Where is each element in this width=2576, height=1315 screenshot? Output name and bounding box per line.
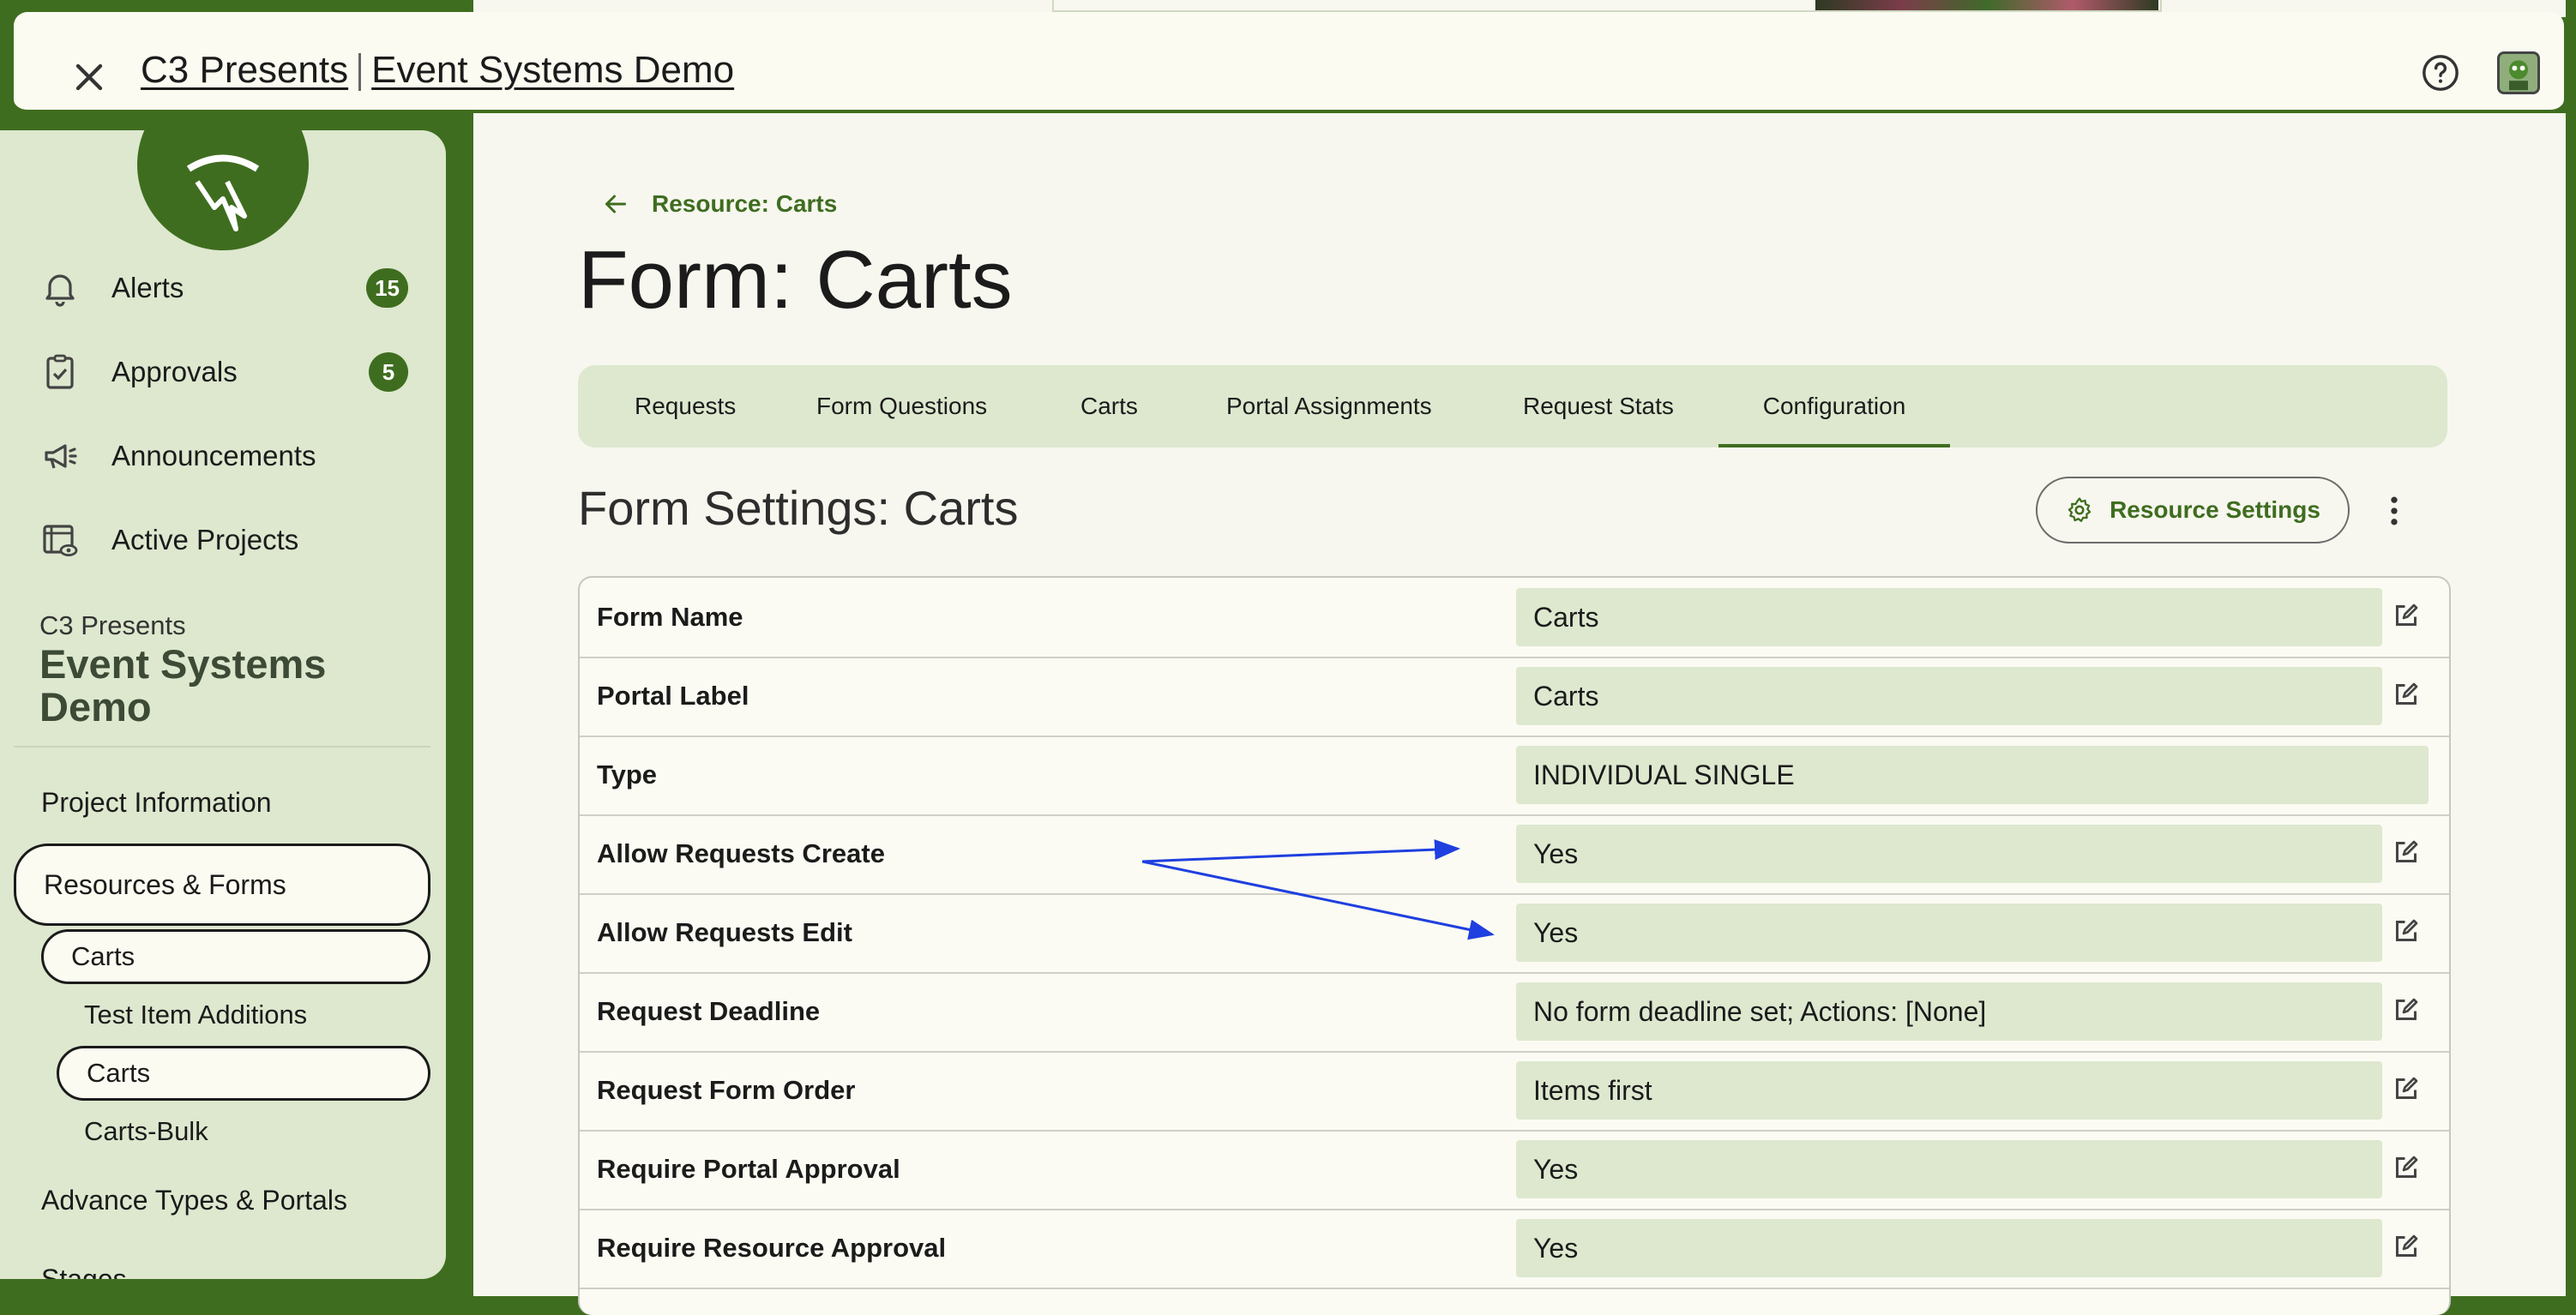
hero-image: [1815, 0, 2158, 10]
edit-icon[interactable]: [2391, 994, 2422, 1025]
main-content: Resource: Carts Form: Carts Requests For…: [473, 113, 2566, 1315]
edit-icon[interactable]: [2391, 837, 2422, 868]
project-org-label: C3 Presents: [39, 610, 186, 640]
tab-configuration[interactable]: Configuration: [1718, 365, 1950, 447]
help-icon[interactable]: [2421, 53, 2460, 93]
nav-label: Approvals: [111, 356, 238, 387]
bell-icon: [45, 274, 75, 307]
approvals-count-badge: 5: [369, 352, 408, 392]
settings-row-require-portal-approval: Require Portal Approval Yes: [580, 1130, 2449, 1210]
close-button[interactable]: [67, 55, 111, 99]
sidebar-divider: [14, 746, 430, 748]
tab-form-questions[interactable]: Form Questions: [816, 365, 987, 447]
setting-value: Yes: [1516, 825, 2382, 883]
resource-settings-label: Resource Settings: [2110, 496, 2320, 523]
setting-value: Carts: [1516, 667, 2382, 725]
setting-key: Require Resource Approval: [597, 1233, 947, 1263]
sidebar-item-test-item-additions[interactable]: Test Item Additions: [84, 1000, 307, 1030]
settings-row-require-resource-approval: Require Resource Approval Yes: [580, 1209, 2449, 1289]
brand-logo: [137, 130, 309, 250]
user-avatar[interactable]: [2497, 51, 2540, 94]
arrow-left-icon: [605, 195, 626, 213]
sidebar-item-carts-form[interactable]: Carts: [57, 1046, 430, 1101]
tab-bar: Requests Form Questions Carts Portal Ass…: [578, 365, 2447, 447]
sidebar-item-carts-resource[interactable]: Carts: [41, 929, 430, 984]
nav-label: Announcements: [111, 440, 316, 471]
setting-value: Yes: [1516, 1219, 2382, 1277]
gear-icon: [2067, 497, 2091, 522]
megaphone-icon: [45, 444, 77, 469]
sidebar-item-label: Carts: [87, 1058, 151, 1088]
project-view-icon: [43, 525, 78, 556]
nav-announcements[interactable]: Announcements: [39, 422, 408, 490]
setting-value: Items first: [1516, 1061, 2382, 1120]
back-link-label: Resource: Carts: [652, 190, 838, 217]
top-header: C3 Presents Event Systems Demo: [14, 12, 2564, 113]
settings-row-request-form-order: Request Form Order Items first: [580, 1051, 2449, 1132]
settings-row-portal-label: Portal Label Carts: [580, 657, 2449, 737]
nav-alerts[interactable]: Alerts 15: [39, 254, 408, 322]
section-title: Form Settings: Carts: [578, 481, 1019, 535]
setting-key: Type: [597, 760, 658, 790]
nav-approvals[interactable]: Approvals 5: [39, 338, 408, 406]
setting-value: Carts: [1516, 588, 2382, 646]
breadcrumb-separator: [358, 53, 362, 92]
org-link[interactable]: C3 Presents: [141, 49, 348, 91]
setting-key: Allow Requests Create: [597, 838, 885, 868]
sidebar-item-carts-bulk[interactable]: Carts-Bulk: [84, 1116, 208, 1147]
more-options-button[interactable]: [2375, 492, 2413, 530]
setting-key: Allow Requests Edit: [597, 917, 852, 947]
tab-carts[interactable]: Carts: [1080, 365, 1138, 447]
sidebar-item-project-information[interactable]: Project Information: [41, 787, 272, 819]
nav-active-projects[interactable]: Active Projects: [39, 506, 408, 574]
settings-row-type: Type INDIVIDUAL SINGLE: [580, 736, 2449, 816]
edit-icon[interactable]: [2391, 916, 2422, 946]
sidebar-item-resources-forms[interactable]: Resources & Forms: [14, 844, 430, 926]
nav-label: Alerts: [111, 272, 184, 303]
setting-key: Require Portal Approval: [597, 1154, 900, 1184]
sidebar: Alerts 15 Approvals 5 Announcements Acti…: [0, 130, 446, 1279]
edit-icon[interactable]: [2391, 679, 2422, 710]
nav-label: Active Projects: [111, 524, 299, 555]
tab-request-stats[interactable]: Request Stats: [1523, 365, 1674, 447]
setting-key: Portal Label: [597, 681, 749, 711]
page-title: Form: Carts: [578, 234, 1013, 326]
breadcrumb: C3 Presents Event Systems Demo: [141, 45, 734, 96]
close-icon: [75, 63, 103, 91]
setting-value: No form deadline set; Actions: [None]: [1516, 982, 2382, 1041]
setting-key: Form Name: [597, 602, 743, 632]
sidebar-item-label: Carts: [71, 941, 135, 971]
resource-settings-button[interactable]: Resource Settings: [2036, 477, 2350, 543]
setting-value: Yes: [1516, 1140, 2382, 1198]
edit-icon[interactable]: [2391, 1073, 2422, 1104]
setting-key: Request Deadline: [597, 996, 821, 1026]
sidebar-item-label: Resources & Forms: [44, 868, 286, 900]
edit-icon[interactable]: [2391, 1231, 2422, 1262]
tab-requests[interactable]: Requests: [633, 365, 737, 447]
tab-label: Configuration: [1762, 393, 1906, 419]
tab-portal-assignments[interactable]: Portal Assignments: [1226, 365, 1432, 447]
project-link[interactable]: Event Systems Demo: [371, 49, 734, 91]
setting-value: INDIVIDUAL SINGLE: [1516, 746, 2429, 804]
setting-value: Yes: [1516, 904, 2382, 962]
annotation-arrows: [1141, 839, 1495, 940]
edit-icon[interactable]: [2391, 1152, 2422, 1183]
clipboard-check-icon: [46, 354, 74, 389]
sidebar-item-advance-types[interactable]: Advance Types & Portals: [41, 1185, 347, 1216]
back-link[interactable]: Resource: Carts: [600, 189, 837, 219]
settings-row-form-name: Form Name Carts: [580, 578, 2449, 658]
sidebar-item-stages[interactable]: Stages: [41, 1264, 127, 1279]
alerts-count-badge: 15: [366, 268, 408, 308]
edit-icon[interactable]: [2391, 600, 2422, 631]
project-name-heading: Event Systems Demo: [39, 641, 327, 730]
settings-row-request-deadline: Request Deadline No form deadline set; A…: [580, 972, 2449, 1053]
setting-key: Request Form Order: [597, 1075, 856, 1105]
kebab-menu-icon: [2391, 496, 2398, 525]
